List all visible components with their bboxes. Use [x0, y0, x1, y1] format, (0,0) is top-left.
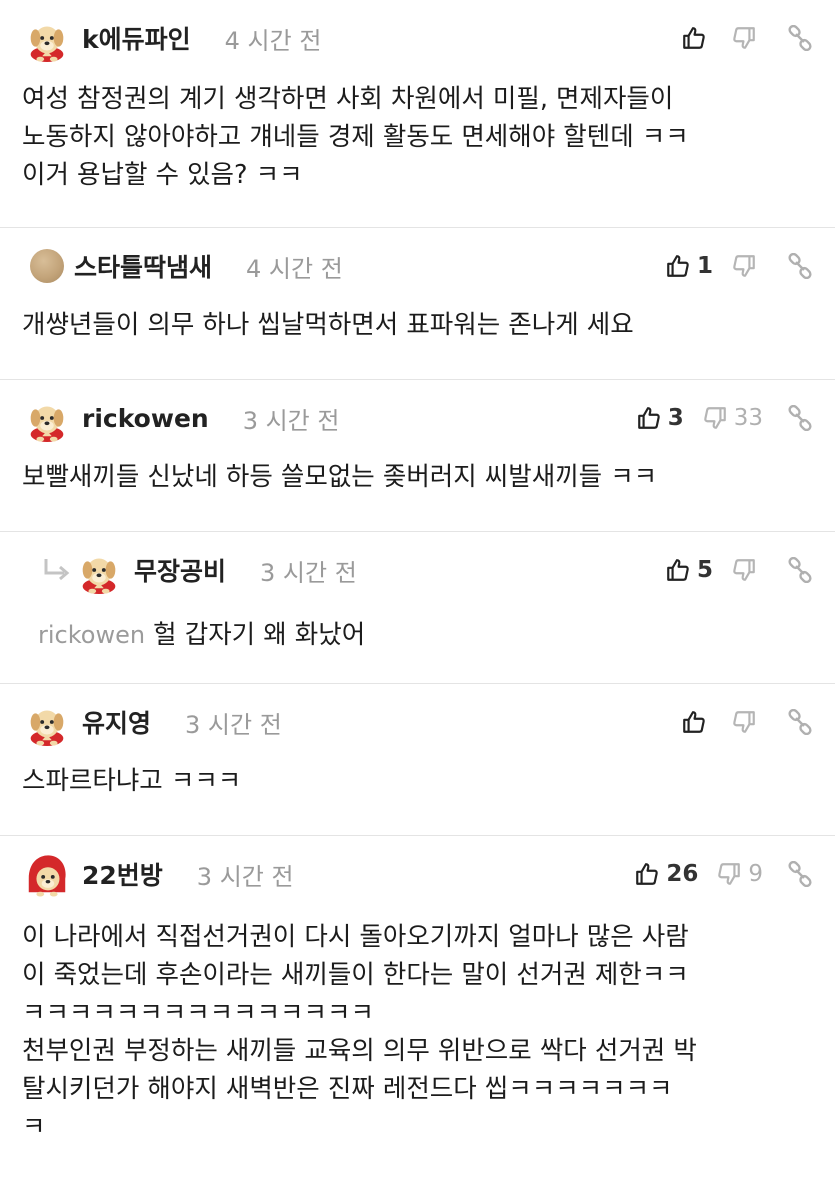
nickname[interactable]: 무장공비: [134, 552, 226, 588]
comment-actions: 26 9: [616, 861, 813, 887]
dislike-button[interactable]: [731, 25, 763, 51]
timestamp: 3 시간 전: [242, 406, 340, 435]
reply-text: 헐 갑자기 왜 화났어: [153, 620, 366, 650]
comment: k에듀파인 4 시간 전 여성 참정권의 계기 생각하면 사회 차원에서 미필,…: [0, 0, 835, 228]
thumbs-down-icon: [716, 861, 742, 887]
comment: rickowen 3 시간 전 3 33 보빨새끼들 신났네 하등 쓸모없는 좆…: [0, 380, 835, 532]
dislike-button[interactable]: [731, 253, 763, 279]
link-icon: [787, 861, 813, 887]
comment-header: 무장공비 3 시간 전 5: [40, 546, 813, 594]
comment-text: 이 나라에서 직접선거권이 다시 돌아오기까지 얼마나 많은 사람 이 죽었는데…: [22, 922, 697, 1142]
thumbs-down-icon: [731, 557, 757, 583]
link-button[interactable]: [787, 709, 813, 735]
comment-actions: 1: [647, 253, 813, 279]
nickname[interactable]: k에듀파인: [82, 20, 191, 56]
comment-text: rickowen 헐 갑자기 왜 화났어: [38, 616, 813, 654]
thumbs-up-icon: [636, 405, 662, 431]
dog-hood-avatar-icon[interactable]: [22, 849, 72, 899]
comment-header: k에듀파인 4 시간 전: [22, 14, 813, 62]
dislike-count: 33: [733, 405, 763, 431]
like-button[interactable]: 26: [634, 861, 698, 887]
link-button[interactable]: [787, 253, 813, 279]
dislike-button[interactable]: [731, 709, 763, 735]
thumbs-down-icon: [702, 405, 728, 431]
like-button[interactable]: 5: [665, 557, 713, 583]
timestamp: 3 시간 전: [260, 558, 357, 587]
dislike-button[interactable]: 33: [702, 405, 763, 431]
comment: 유지영 3 시간 전 스파르타냐고 ㅋㅋㅋ: [0, 684, 835, 836]
comment-actions: [663, 25, 813, 51]
reply-comment: 무장공비 3 시간 전 5 rickowen 헐 갑자기 왜 화났어: [0, 532, 835, 684]
thumbs-up-icon: [665, 253, 691, 279]
link-button[interactable]: [787, 557, 813, 583]
comment-text: 보빨새끼들 신났네 하등 쓸모없는 좆버러지 씨발새끼들 ㅋㅋ: [22, 462, 658, 492]
thumbs-up-icon: [681, 25, 707, 51]
nickname[interactable]: rickowen: [82, 404, 209, 433]
link-icon: [787, 405, 813, 431]
comment-text: 여성 참정권의 계기 생각하면 사회 차원에서 미필, 면제자들이 노동하지 않…: [22, 84, 689, 190]
thumbs-up-icon: [634, 861, 660, 887]
like-count: 1: [696, 253, 713, 279]
timestamp: 3 시간 전: [185, 710, 282, 739]
dog-avatar-icon[interactable]: [74, 545, 124, 595]
dog-avatar-icon[interactable]: [22, 13, 72, 63]
comment-header: 스타틀딱냄새 4 시간 전 1: [22, 242, 813, 290]
comment: 스타틀딱냄새 4 시간 전 1 개썅년들이 의무 하나 씹날먹하면서 표파워는 …: [0, 228, 835, 380]
nickname[interactable]: 스타틀딱냄새: [74, 248, 212, 284]
like-button[interactable]: [681, 709, 713, 735]
comment-text: 개썅년들이 의무 하나 씹날먹하면서 표파워는 존나게 세요: [22, 310, 634, 340]
like-button[interactable]: [681, 25, 713, 51]
comment-actions: [663, 709, 813, 735]
timestamp: 3 시간 전: [196, 862, 294, 891]
link-icon: [787, 25, 813, 51]
thumbs-down-icon: [731, 25, 757, 51]
thumbs-up-icon: [681, 709, 707, 735]
reply-arrow-icon: [40, 557, 74, 583]
thumbs-down-icon: [731, 253, 757, 279]
like-count: 3: [667, 405, 684, 431]
link-icon: [787, 709, 813, 735]
link-button[interactable]: [787, 25, 813, 51]
link-icon: [787, 253, 813, 279]
link-button[interactable]: [787, 861, 813, 887]
timestamp: 4 시간 전: [224, 26, 322, 55]
comment-header: 유지영 3 시간 전: [22, 698, 813, 746]
dog-avatar-icon[interactable]: [22, 697, 72, 747]
link-button[interactable]: [787, 405, 813, 431]
dog-avatar-icon[interactable]: [22, 393, 72, 443]
like-count: 5: [696, 557, 713, 583]
link-icon: [787, 557, 813, 583]
like-button[interactable]: 1: [665, 253, 713, 279]
comment: 22번방 3 시간 전 26 9 이 나라에서 직접선거권이 다시 돌아오기까지…: [0, 836, 835, 1181]
nickname[interactable]: 22번방: [82, 856, 163, 892]
comment-actions: 3 33: [618, 405, 813, 431]
mention[interactable]: rickowen: [38, 621, 145, 649]
dislike-button[interactable]: [731, 557, 763, 583]
timestamp: 4 시간 전: [246, 254, 343, 283]
dislike-button[interactable]: 9: [716, 861, 763, 887]
thumbs-up-icon: [665, 557, 691, 583]
comment-actions: 5: [647, 557, 813, 583]
comment-text: 스파르타냐고 ㅋㅋㅋ: [22, 766, 242, 796]
comment-header: rickowen 3 시간 전 3 33: [22, 394, 813, 442]
thumbs-down-icon: [731, 709, 757, 735]
nickname[interactable]: 유지영: [82, 704, 151, 740]
dislike-count: 9: [748, 861, 763, 887]
like-count: 26: [666, 861, 699, 887]
ball-avatar-icon[interactable]: [30, 249, 64, 283]
comment-header: 22번방 3 시간 전 26 9: [22, 850, 813, 898]
like-button[interactable]: 3: [636, 405, 684, 431]
